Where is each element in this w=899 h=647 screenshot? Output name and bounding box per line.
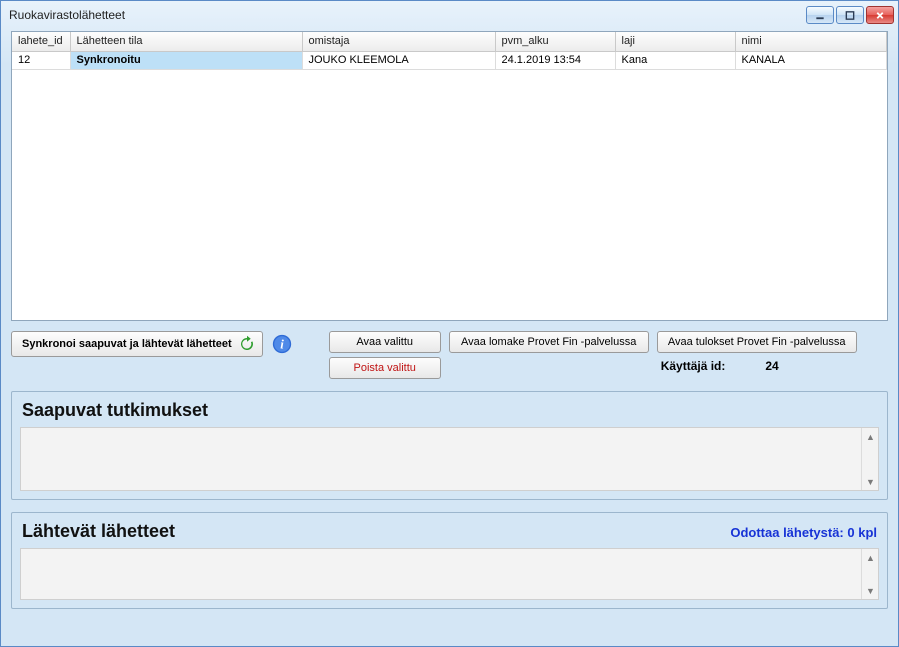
info-icon[interactable]: i bbox=[271, 333, 293, 355]
cell-status: Synkronoitu bbox=[70, 51, 302, 69]
cell-id: 12 bbox=[12, 51, 70, 69]
app-window: Ruokavirastolähetteet lahete_id Lähettee… bbox=[0, 0, 899, 647]
incoming-header: Saapuvat tutkimukset bbox=[20, 396, 879, 427]
scroll-down-icon[interactable]: ▼ bbox=[862, 473, 879, 490]
data-grid[interactable]: lahete_id Lähetteen tila omistaja pvm_al… bbox=[11, 31, 888, 321]
window-title: Ruokavirastolähetteet bbox=[9, 8, 125, 22]
titlebar[interactable]: Ruokavirastolähetteet bbox=[1, 1, 898, 29]
svg-text:i: i bbox=[280, 338, 284, 352]
scrollbar[interactable]: ▲ ▼ bbox=[861, 549, 878, 599]
incoming-body[interactable]: ▲ ▼ bbox=[20, 427, 879, 491]
maximize-icon bbox=[844, 10, 856, 21]
sync-button-label: Synkronoi saapuvat ja lähtevät lähetteet bbox=[22, 338, 232, 350]
user-id-row: Käyttäjä id: 24 bbox=[657, 359, 857, 373]
column-header-name[interactable]: nimi bbox=[735, 32, 887, 51]
cell-owner: JOUKO KLEEMOLA bbox=[302, 51, 495, 69]
toolbar: Synkronoi saapuvat ja lähtevät lähetteet… bbox=[11, 331, 888, 379]
scrollbar[interactable]: ▲ ▼ bbox=[861, 428, 878, 490]
user-id-label: Käyttäjä id: bbox=[661, 359, 726, 373]
close-button[interactable] bbox=[866, 6, 894, 24]
outgoing-header: Lähtevät lähetteet Odottaa lähetystä: 0 … bbox=[20, 517, 879, 548]
refresh-icon bbox=[238, 335, 256, 353]
column-header-owner[interactable]: omistaja bbox=[302, 32, 495, 51]
window-controls bbox=[806, 6, 894, 24]
column-header-species[interactable]: laji bbox=[615, 32, 735, 51]
scroll-up-icon[interactable]: ▲ bbox=[862, 428, 879, 445]
column-header-status[interactable]: Lähetteen tila bbox=[70, 32, 302, 51]
content-area: lahete_id Lähetteen tila omistaja pvm_al… bbox=[11, 31, 888, 636]
cell-name: KANALA bbox=[735, 51, 887, 69]
maximize-button[interactable] bbox=[836, 6, 864, 24]
center-button-group: Avaa valittu Poista valittu bbox=[329, 331, 441, 379]
cell-species: Kana bbox=[615, 51, 735, 69]
sync-button[interactable]: Synkronoi saapuvat ja lähtevät lähetteet bbox=[11, 331, 263, 357]
outgoing-status: Odottaa lähetystä: 0 kpl bbox=[730, 525, 877, 540]
outgoing-section: Lähtevät lähetteet Odottaa lähetystä: 0 … bbox=[11, 512, 888, 609]
data-table: lahete_id Lähetteen tila omistaja pvm_al… bbox=[12, 32, 887, 70]
outgoing-body[interactable]: ▲ ▼ bbox=[20, 548, 879, 600]
scroll-down-icon[interactable]: ▼ bbox=[862, 582, 879, 599]
user-id-value: 24 bbox=[765, 359, 778, 373]
open-form-button[interactable]: Avaa lomake Provet Fin -palvelussa bbox=[449, 331, 649, 353]
column-header-date[interactable]: pvm_alku bbox=[495, 32, 615, 51]
column-header-id[interactable]: lahete_id bbox=[12, 32, 70, 51]
outgoing-title: Lähtevät lähetteet bbox=[22, 521, 175, 542]
delete-selected-button[interactable]: Poista valittu bbox=[329, 357, 441, 379]
cell-date: 24.1.2019 13:54 bbox=[495, 51, 615, 69]
right-button-group: Avaa tulokset Provet Fin -palvelussa Käy… bbox=[657, 331, 857, 373]
scroll-up-icon[interactable]: ▲ bbox=[862, 549, 879, 566]
open-selected-button[interactable]: Avaa valittu bbox=[329, 331, 441, 353]
minimize-button[interactable] bbox=[806, 6, 834, 24]
table-row[interactable]: 12 Synkronoitu JOUKO KLEEMOLA 24.1.2019 … bbox=[12, 51, 887, 69]
incoming-title: Saapuvat tutkimukset bbox=[22, 400, 208, 421]
close-icon bbox=[874, 10, 886, 21]
incoming-section: Saapuvat tutkimukset ▲ ▼ bbox=[11, 391, 888, 500]
open-results-button[interactable]: Avaa tulokset Provet Fin -palvelussa bbox=[657, 331, 857, 353]
minimize-icon bbox=[814, 10, 826, 21]
